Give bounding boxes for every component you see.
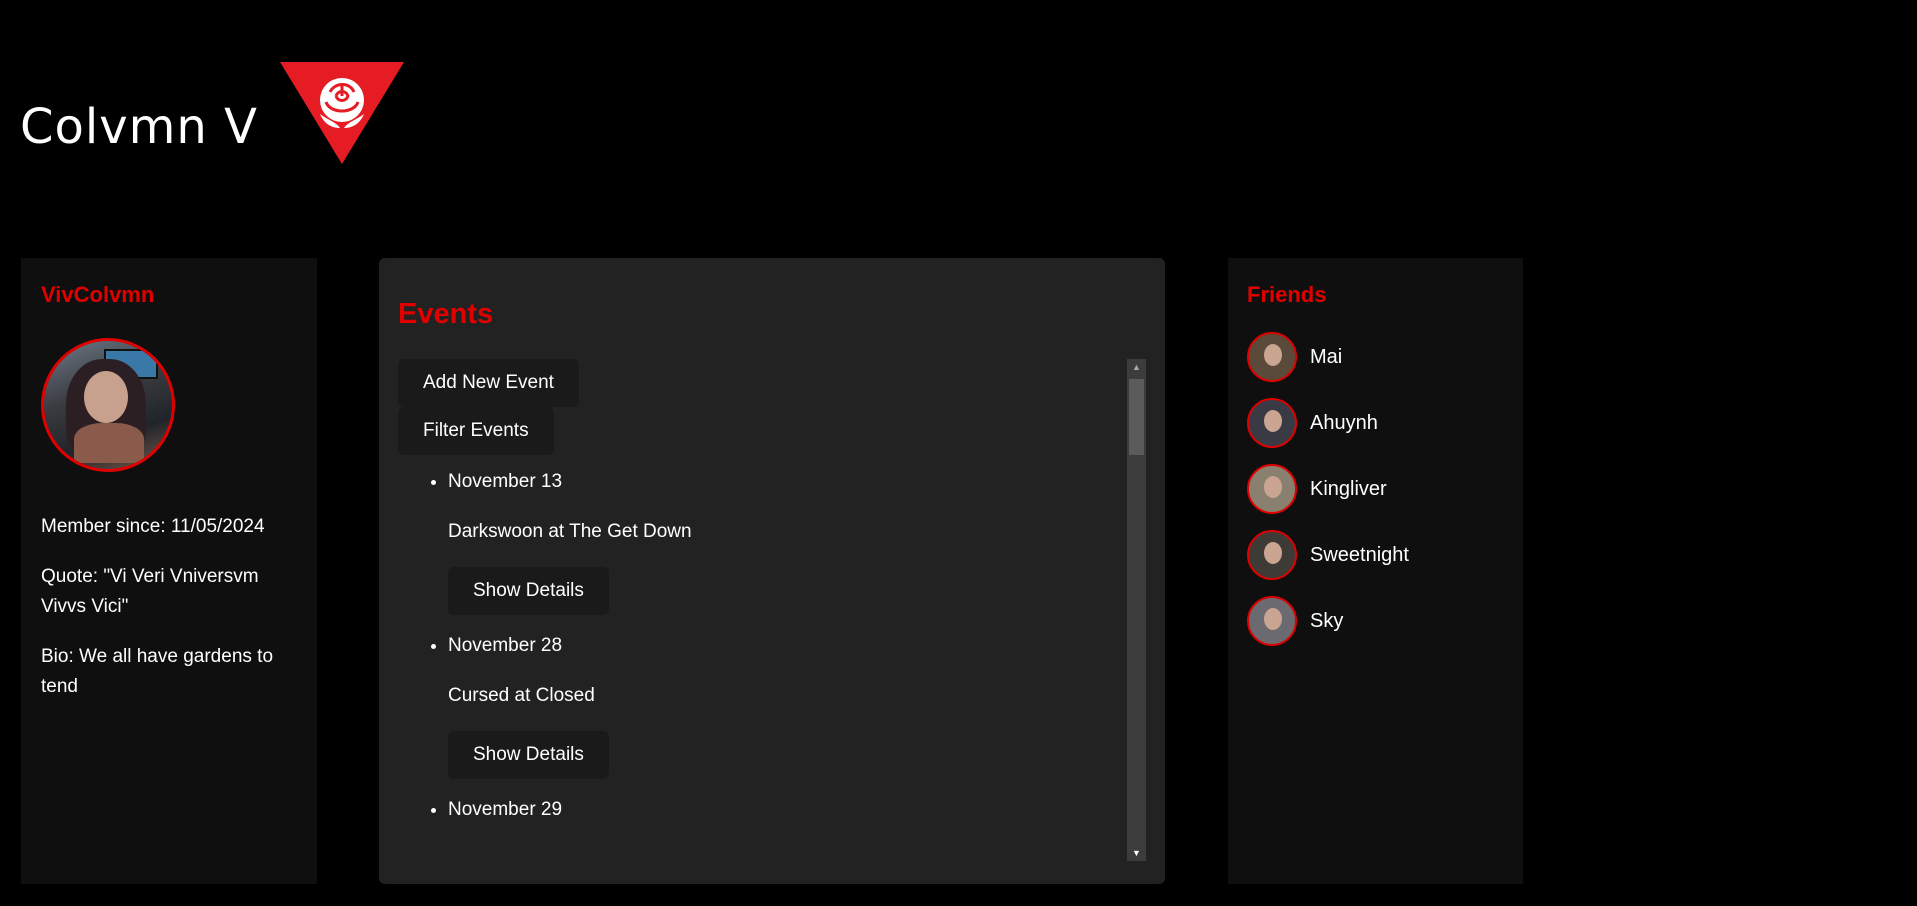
add-new-event-button[interactable]: Add New Event bbox=[398, 359, 579, 407]
friend-item-sky[interactable]: Sky bbox=[1247, 594, 1504, 648]
filter-events-button[interactable]: Filter Events bbox=[398, 407, 554, 455]
friend-item-ahuynh[interactable]: Ahuynh bbox=[1247, 396, 1504, 450]
profile-info: Member since: 11/05/2024 Quote: "Vi Veri… bbox=[41, 512, 297, 702]
event-item: November 13 Darkswoon at The Get Down Sh… bbox=[448, 469, 1128, 615]
event-date: November 29 bbox=[448, 799, 563, 820]
rose-triangle-icon bbox=[279, 62, 404, 164]
friends-title: Friends bbox=[1247, 282, 1327, 307]
friend-name: Ahuynh bbox=[1310, 411, 1378, 434]
page: Colvmn V VivColvmn Member since: 11/05/2… bbox=[0, 0, 1917, 906]
event-item: November 28 Cursed at Closed Show Detail… bbox=[448, 633, 1128, 779]
events-title: Events bbox=[398, 298, 494, 330]
friend-avatar bbox=[1247, 464, 1297, 514]
friends-panel: Friends Mai Ahuynh Kingliver Sweetnight … bbox=[1228, 258, 1523, 884]
friend-name: Sky bbox=[1310, 609, 1344, 632]
profile-quote: Quote: "Vi Veri Vniversvm Vivvs Vici" bbox=[41, 566, 259, 617]
show-details-button[interactable]: Show Details bbox=[448, 567, 609, 615]
friend-name: Mai bbox=[1310, 345, 1343, 368]
show-details-button[interactable]: Show Details bbox=[448, 731, 609, 779]
friend-item-sweetnight[interactable]: Sweetnight bbox=[1247, 528, 1504, 582]
profile-username: VivColvmn bbox=[41, 282, 155, 307]
event-list: November 13 Darkswoon at The Get Down Sh… bbox=[398, 469, 1128, 823]
scroll-down-arrow-icon[interactable]: ▼ bbox=[1127, 845, 1146, 861]
events-scrollbar[interactable]: ▲ ▼ bbox=[1127, 359, 1146, 861]
profile-avatar bbox=[41, 338, 175, 472]
brand-name: Colvmn V bbox=[20, 99, 258, 155]
friend-avatar bbox=[1247, 398, 1297, 448]
friend-name: Kingliver bbox=[1310, 477, 1387, 500]
friend-avatar bbox=[1247, 530, 1297, 580]
event-name: Darkswoon at The Get Down bbox=[448, 521, 692, 542]
member-since: Member since: 11/05/2024 bbox=[41, 516, 265, 537]
friend-item-mai[interactable]: Mai bbox=[1247, 330, 1504, 384]
scroll-up-arrow-icon[interactable]: ▲ bbox=[1127, 359, 1146, 375]
friend-item-kingliver[interactable]: Kingliver bbox=[1247, 462, 1504, 516]
events-panel: Events Add New Event Filter Events Novem… bbox=[379, 258, 1165, 884]
scrollbar-thumb[interactable] bbox=[1129, 379, 1144, 455]
event-name: Cursed at Closed bbox=[448, 685, 595, 706]
event-actions: Add New Event Filter Events bbox=[398, 359, 1128, 455]
brand-header: Colvmn V bbox=[20, 62, 404, 164]
friend-list: Mai Ahuynh Kingliver Sweetnight Sky bbox=[1247, 330, 1504, 648]
event-date: November 13 bbox=[448, 471, 563, 492]
friend-name: Sweetnight bbox=[1310, 543, 1409, 566]
friend-avatar bbox=[1247, 596, 1297, 646]
event-item: November 29 bbox=[448, 797, 1128, 823]
events-scroll-area[interactable]: Add New Event Filter Events November 13 … bbox=[398, 359, 1146, 861]
profile-panel: VivColvmn Member since: 11/05/2024 Quote… bbox=[21, 258, 317, 884]
profile-bio: Bio: We all have gardens to tend bbox=[41, 646, 274, 697]
event-date: November 28 bbox=[448, 635, 563, 656]
friend-avatar bbox=[1247, 332, 1297, 382]
events-content: Add New Event Filter Events November 13 … bbox=[398, 359, 1128, 823]
